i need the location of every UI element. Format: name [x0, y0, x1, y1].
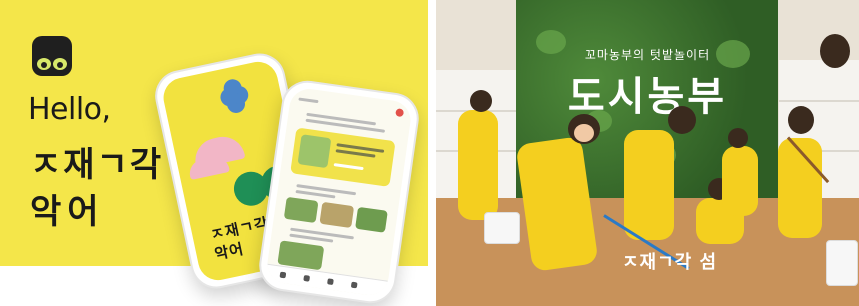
child-head [788, 106, 814, 134]
list-icon[interactable] [303, 274, 311, 282]
thumb-image[interactable] [355, 206, 388, 233]
bucket [484, 212, 520, 244]
thumb-image[interactable] [283, 196, 319, 224]
child-head [470, 90, 492, 112]
brand-title-line1: ㅈ재ㄱ각 [30, 145, 164, 185]
app-header-line [298, 97, 319, 104]
page: Hello, ㅈ재ㄱ각 악어 ㅈ재ㄱ각 악어 꼬마농부의 텃밭놀이터 도시농부 … [0, 0, 859, 306]
child-figure [722, 146, 758, 216]
calendar-icon[interactable] [327, 278, 334, 286]
flower-icon [218, 86, 241, 108]
brand-title-line2: 악어 [30, 192, 105, 232]
hello-text: Hello, [28, 92, 111, 127]
app-promo-panel: Hello, ㅈ재ㄱ각 악어 ㅈ재ㄱ각 악어 [0, 0, 428, 306]
thumb-image[interactable] [319, 201, 355, 229]
home-icon[interactable] [279, 271, 287, 279]
adult-head [820, 34, 850, 68]
child-figure [624, 130, 674, 240]
child-face [574, 124, 594, 142]
child-figure [458, 110, 498, 220]
phone-front-screen [264, 86, 414, 298]
photo-subtitle: 꼬마농부의 텃밭놀이터 [584, 48, 711, 62]
card-button [333, 163, 364, 171]
phone-mockup-front [255, 77, 423, 306]
bucket [826, 240, 858, 286]
frog-eyes-app-icon [32, 36, 72, 76]
eye-left-icon [37, 58, 51, 70]
child-head [668, 106, 696, 134]
feature-card[interactable] [290, 127, 396, 187]
bell-icon[interactable] [395, 108, 405, 118]
card-image [297, 134, 332, 169]
child-head [728, 128, 748, 148]
farm-photo-panel: 꼬마농부의 텃밭놀이터 도시농부 ㅈ재ㄱ각 섬 [436, 0, 859, 306]
profile-icon[interactable] [350, 281, 358, 289]
photo-logo: ㅈ재ㄱ각 섬 [622, 252, 718, 273]
eye-right-icon [53, 58, 67, 70]
